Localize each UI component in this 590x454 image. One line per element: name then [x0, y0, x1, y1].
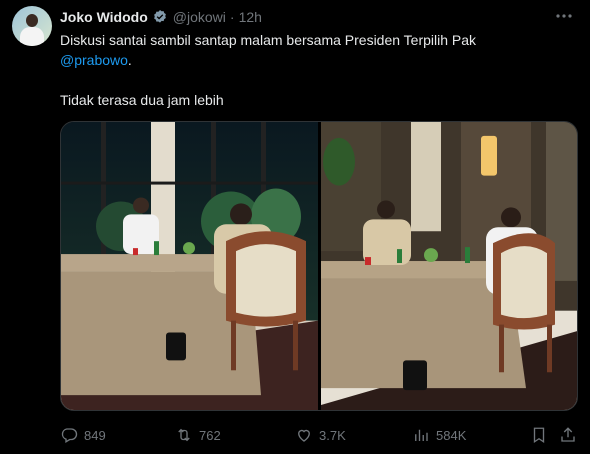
timestamp[interactable]: 12h: [239, 9, 262, 25]
author-avatar[interactable]: [12, 6, 52, 46]
repost-count: 762: [199, 427, 221, 443]
verified-badge-icon: [153, 10, 166, 23]
tweet-text-line-2: Tidak terasa dua jam lebih: [60, 92, 224, 108]
views-icon: [415, 429, 428, 441]
views-button[interactable]: 584K: [412, 424, 466, 446]
tweet-text-line-1: Diskusi santai sambil santap malam bersa…: [60, 32, 477, 48]
reply-button[interactable]: 849: [60, 424, 106, 446]
bookmark-button[interactable]: [530, 424, 554, 446]
tweet-text: Diskusi santai sambil santap malam bersa…: [60, 30, 570, 110]
photo-right[interactable]: [321, 122, 577, 410]
reply-count: 849: [84, 427, 106, 443]
photo-left[interactable]: [61, 122, 318, 410]
reply-icon: [61, 428, 78, 443]
like-icon: [298, 429, 310, 442]
repost-icon: [178, 428, 190, 442]
like-button[interactable]: 3.7K: [295, 424, 346, 446]
views-count: 584K: [436, 427, 467, 443]
share-icon: [561, 427, 575, 442]
separator-dot: ·: [229, 9, 235, 25]
author-name[interactable]: Joko Widodo: [60, 9, 148, 25]
like-count: 3.7K: [319, 427, 346, 443]
more-icon[interactable]: [554, 8, 574, 24]
mention-suffix: .: [127, 52, 132, 68]
mention-link[interactable]: @prabowo: [60, 52, 128, 68]
bookmark-icon: [533, 427, 545, 444]
author-handle[interactable]: @jokowi: [173, 9, 226, 25]
repost-button[interactable]: 762: [175, 424, 221, 446]
action-bar: 849 762 3.7K 584K: [60, 424, 578, 446]
tweet-header: Joko Widodo @jokowi · 12h: [60, 8, 262, 26]
share-button[interactable]: [559, 424, 583, 446]
tweet-media: [60, 121, 578, 411]
